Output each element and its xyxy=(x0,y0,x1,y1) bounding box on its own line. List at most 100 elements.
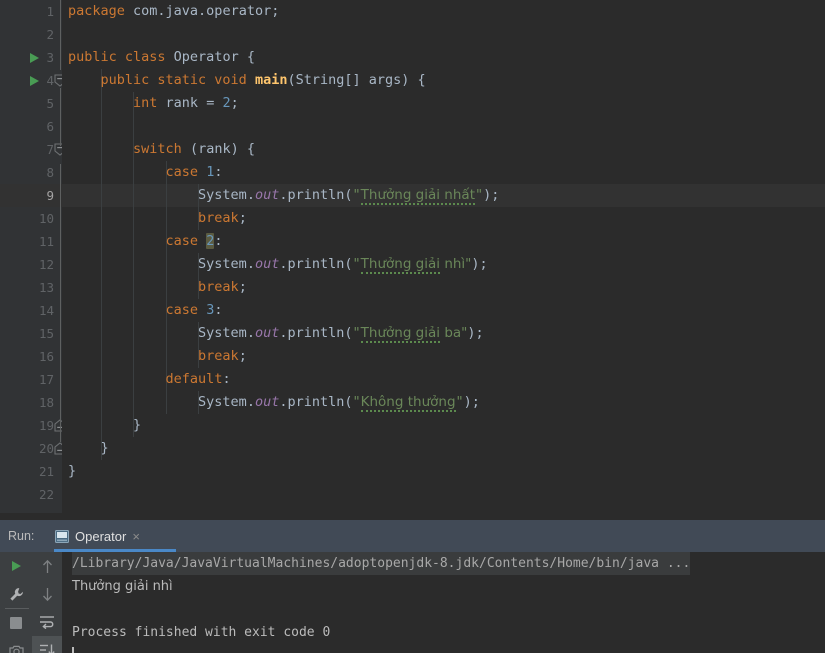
arrow-down-icon xyxy=(42,587,52,601)
code-token: .println( xyxy=(279,187,353,203)
code-line[interactable]: break; xyxy=(62,345,825,368)
code-token: default xyxy=(165,371,223,387)
code-line[interactable]: package com.java.operator; xyxy=(62,0,825,23)
code-line[interactable]: } xyxy=(62,414,825,437)
console-command-line: /Library/Java/JavaVirtualMachines/adopto… xyxy=(62,552,825,575)
fold-connector-switch xyxy=(59,164,61,442)
run-tab-label: Operator xyxy=(75,528,127,544)
gutter-row[interactable]: 17 xyxy=(0,368,62,391)
code-text: break; xyxy=(68,345,247,368)
close-icon[interactable]: × xyxy=(132,530,140,543)
soft-wrap-button[interactable] xyxy=(32,608,62,636)
gutter-row[interactable]: 5 xyxy=(0,92,62,115)
line-number: 11 xyxy=(38,234,54,249)
line-number: 15 xyxy=(38,326,54,341)
gutter-row[interactable]: 18 xyxy=(0,391,62,414)
gutter-row[interactable]: 8 xyxy=(0,161,62,184)
code-token: ; xyxy=(238,348,247,364)
stop-button[interactable] xyxy=(1,609,31,637)
run-label: Run: xyxy=(8,529,35,543)
gutter-row[interactable]: 12 xyxy=(0,253,62,276)
line-number: 19 xyxy=(38,418,54,433)
gutter-row[interactable]: 6 xyxy=(0,115,62,138)
line-number: 18 xyxy=(38,395,54,410)
code-token: nhì" xyxy=(440,256,472,272)
console-output[interactable]: /Library/Java/JavaVirtualMachines/adopto… xyxy=(62,552,825,653)
line-number: 9 xyxy=(46,188,54,203)
code-line[interactable]: switch (rank) { xyxy=(62,138,825,161)
gutter-row[interactable]: 19 xyxy=(0,414,66,437)
run-gutter-icon[interactable] xyxy=(30,53,39,63)
code-editor[interactable]: 1 2 3 4 5 6 7 8 9 10 11 12 13 14 15 16 17 18 19 20 21 22 pack… xyxy=(0,0,825,513)
code-line[interactable]: break; xyxy=(62,207,825,230)
run-tab-operator[interactable]: Operator × xyxy=(51,520,176,552)
gutter-row[interactable]: 11 xyxy=(0,230,62,253)
run-gutter-icon[interactable] xyxy=(30,76,39,86)
code-token: : xyxy=(222,371,231,387)
line-number: 10 xyxy=(38,211,54,226)
gutter-row[interactable]: 15 xyxy=(0,322,62,345)
gutter-row[interactable]: 21 xyxy=(0,460,62,483)
run-toolbar xyxy=(0,552,62,653)
screenshot-button[interactable] xyxy=(1,637,31,653)
code-line[interactable] xyxy=(62,23,825,46)
code-line[interactable]: public class Operator { xyxy=(62,46,825,69)
code-line[interactable]: break; xyxy=(62,276,825,299)
gutter-row[interactable]: 16 xyxy=(0,345,62,368)
code-line[interactable]: default: xyxy=(62,368,825,391)
scroll-to-end-button[interactable] xyxy=(32,636,62,653)
code-line[interactable]: } xyxy=(62,437,825,460)
code-line[interactable] xyxy=(62,483,825,506)
code-line[interactable]: System.out.println("Thưởng giải ba"); xyxy=(62,322,825,345)
code-line[interactable]: case 1: xyxy=(62,161,825,184)
code-line[interactable]: System.out.println("Thưởng giải nhất"); xyxy=(62,184,825,207)
gutter-row[interactable]: 2 xyxy=(0,23,62,46)
code-token: switch xyxy=(133,141,182,157)
line-number: 22 xyxy=(38,487,54,502)
code-token: break xyxy=(198,279,239,295)
code-token: ); xyxy=(483,187,500,203)
up-button[interactable] xyxy=(32,552,62,580)
code-token: break xyxy=(198,348,239,364)
code-line[interactable] xyxy=(62,115,825,138)
gutter-row[interactable]: 3 xyxy=(0,46,62,69)
code-line[interactable]: case 2: xyxy=(62,230,825,253)
settings-button[interactable] xyxy=(1,580,31,608)
code-token: .println( xyxy=(279,325,353,341)
code-line[interactable]: } xyxy=(62,460,825,483)
gutter-row[interactable]: 14 xyxy=(0,299,62,322)
gutter-row[interactable]: 9 xyxy=(0,184,62,207)
code-text: System.out.println("Không thưởng"); xyxy=(68,391,480,414)
gutter-row[interactable]: 13 xyxy=(0,276,62,299)
code-token: System. xyxy=(198,325,255,341)
gutter-row[interactable]: 4 xyxy=(0,69,66,92)
code-line[interactable]: case 3: xyxy=(62,299,825,322)
code-line[interactable]: int rank = 2; xyxy=(62,92,825,115)
stop-square-icon xyxy=(10,617,22,629)
code-token: System. xyxy=(198,187,255,203)
gutter-row[interactable]: 20 xyxy=(0,437,66,460)
gutter-row[interactable]: 1 xyxy=(0,0,62,23)
code-token: int xyxy=(133,95,158,111)
code-line[interactable]: public static void main(String[] args) { xyxy=(62,69,825,92)
line-number: 3 xyxy=(46,50,54,65)
code-line[interactable]: System.out.println("Không thưởng"); xyxy=(62,391,825,414)
console-exit-line: Process finished with exit code 0 xyxy=(72,625,331,640)
code-text: int rank = 2; xyxy=(68,92,239,115)
code-line[interactable]: System.out.println("Thưởng giải nhì"); xyxy=(62,253,825,276)
gutter-row[interactable]: 10 xyxy=(0,207,62,230)
rerun-button[interactable] xyxy=(1,552,31,580)
down-button[interactable] xyxy=(32,580,62,608)
code-token: out xyxy=(254,256,280,272)
code-text: case 2: xyxy=(68,230,222,253)
run-toolbar-right-column xyxy=(32,552,62,653)
editor-code-area[interactable]: package com.java.operator; public class O… xyxy=(62,0,825,513)
code-token: ; xyxy=(238,210,247,226)
editor-gutter[interactable]: 1 2 3 4 5 6 7 8 9 10 11 12 13 14 15 16 17 18 19 20 21 22 xyxy=(0,0,66,513)
gutter-row[interactable]: 7 xyxy=(0,138,66,161)
gutter-row[interactable]: 22 xyxy=(0,483,62,506)
